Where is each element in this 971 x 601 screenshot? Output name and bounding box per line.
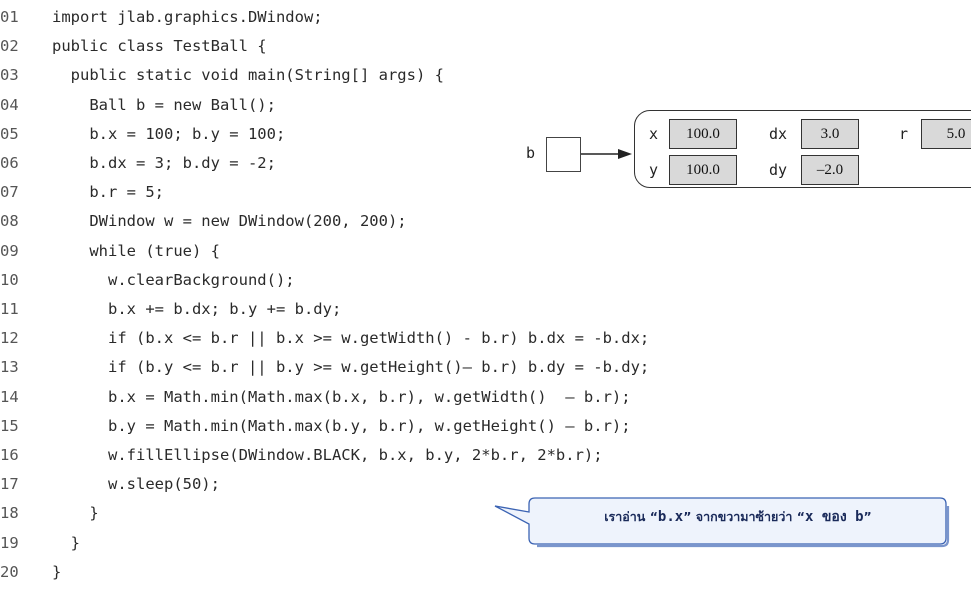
code-text: public static void main(String[] args) { — [52, 66, 444, 85]
field-label-dx: dx — [769, 125, 788, 143]
code-text: Ball b = new Ball(); — [52, 95, 276, 114]
code-text: } — [52, 533, 80, 552]
code-text: b.y = Math.min(Math.max(b.y, b.r), w.get… — [52, 416, 631, 435]
code-text: if (b.x <= b.r || b.x >= w.getWidth() - … — [52, 329, 650, 348]
line-number: 16 — [0, 446, 19, 464]
callout-text: เราอ่าน “b.x” จากขวามาซ้ายว่า “x ของ b” — [528, 506, 948, 528]
line-number: 12 — [0, 329, 19, 348]
code-text: b.x += b.dx; b.y += b.dy; — [52, 300, 342, 318]
field-label-dy: dy — [769, 161, 788, 179]
code-text: w.fillEllipse(DWindow.BLACK, b.x, b.y, 2… — [52, 446, 603, 464]
line-number: 10 — [0, 270, 19, 289]
code-text: while (true) { — [52, 241, 220, 260]
code-text: } — [52, 562, 62, 581]
field-value-x: 100.0 — [669, 119, 737, 149]
field-label-r: r — [899, 125, 909, 143]
line-number: 14 — [0, 387, 19, 406]
line-number: 19 — [0, 533, 19, 552]
field-label-y: y — [649, 161, 659, 179]
line-number: 03 — [0, 66, 19, 85]
callout-part-2: ” จากขวามาซ้ายว่า “ — [683, 509, 805, 524]
line-number: 17 — [0, 475, 19, 494]
line-number: 13 — [0, 358, 19, 377]
code-text: b.x = Math.min(Math.max(b.x, b.r), w.get… — [52, 387, 631, 406]
reference-variable-label: b — [526, 144, 536, 162]
callout-code-2: x ของ b — [804, 509, 864, 525]
line-number: 06 — [0, 154, 19, 172]
callout-code-1: b.x — [657, 509, 684, 525]
code-text: w.sleep(50); — [52, 475, 220, 494]
field-value-dy: –2.0 — [801, 155, 859, 185]
line-number: 04 — [0, 95, 19, 114]
line-number: 01 — [0, 8, 19, 26]
code-text: b.dx = 3; b.dy = -2; — [52, 154, 276, 172]
line-number: 05 — [0, 124, 19, 143]
field-value-y: 100.0 — [669, 155, 737, 185]
field-value-r: 5.0 — [921, 119, 971, 149]
line-number: 15 — [0, 416, 19, 435]
code-text: b.r = 5; — [52, 183, 164, 202]
line-number: 18 — [0, 504, 19, 523]
line-number: 11 — [0, 300, 19, 318]
line-number: 09 — [0, 241, 19, 260]
ball-object: x 100.0 dx 3.0 r 5.0 y 100.0 dy –2.0 — [634, 110, 971, 188]
callout-part-1: เราอ่าน “ — [604, 509, 658, 524]
field-value-dx: 3.0 — [801, 119, 859, 149]
code-text: DWindow w = new DWindow(200, 200); — [52, 212, 407, 231]
code-text: public class TestBall { — [52, 37, 267, 56]
code-text: } — [52, 504, 99, 523]
code-text: import jlab.graphics.DWindow; — [52, 8, 323, 26]
field-label-x: x — [649, 125, 659, 143]
line-number: 07 — [0, 183, 19, 202]
code-text: if (b.y <= b.r || b.y >= w.getHeight()– … — [52, 358, 650, 377]
reference-arrow-head — [618, 149, 632, 159]
code-text: w.clearBackground(); — [52, 270, 295, 289]
code-text: b.x = 100; b.y = 100; — [52, 124, 286, 143]
line-number: 08 — [0, 212, 19, 231]
reference-variable-box — [546, 137, 581, 172]
line-number: 20 — [0, 562, 19, 581]
callout-part-3: ” — [863, 509, 872, 524]
line-number: 02 — [0, 37, 19, 56]
